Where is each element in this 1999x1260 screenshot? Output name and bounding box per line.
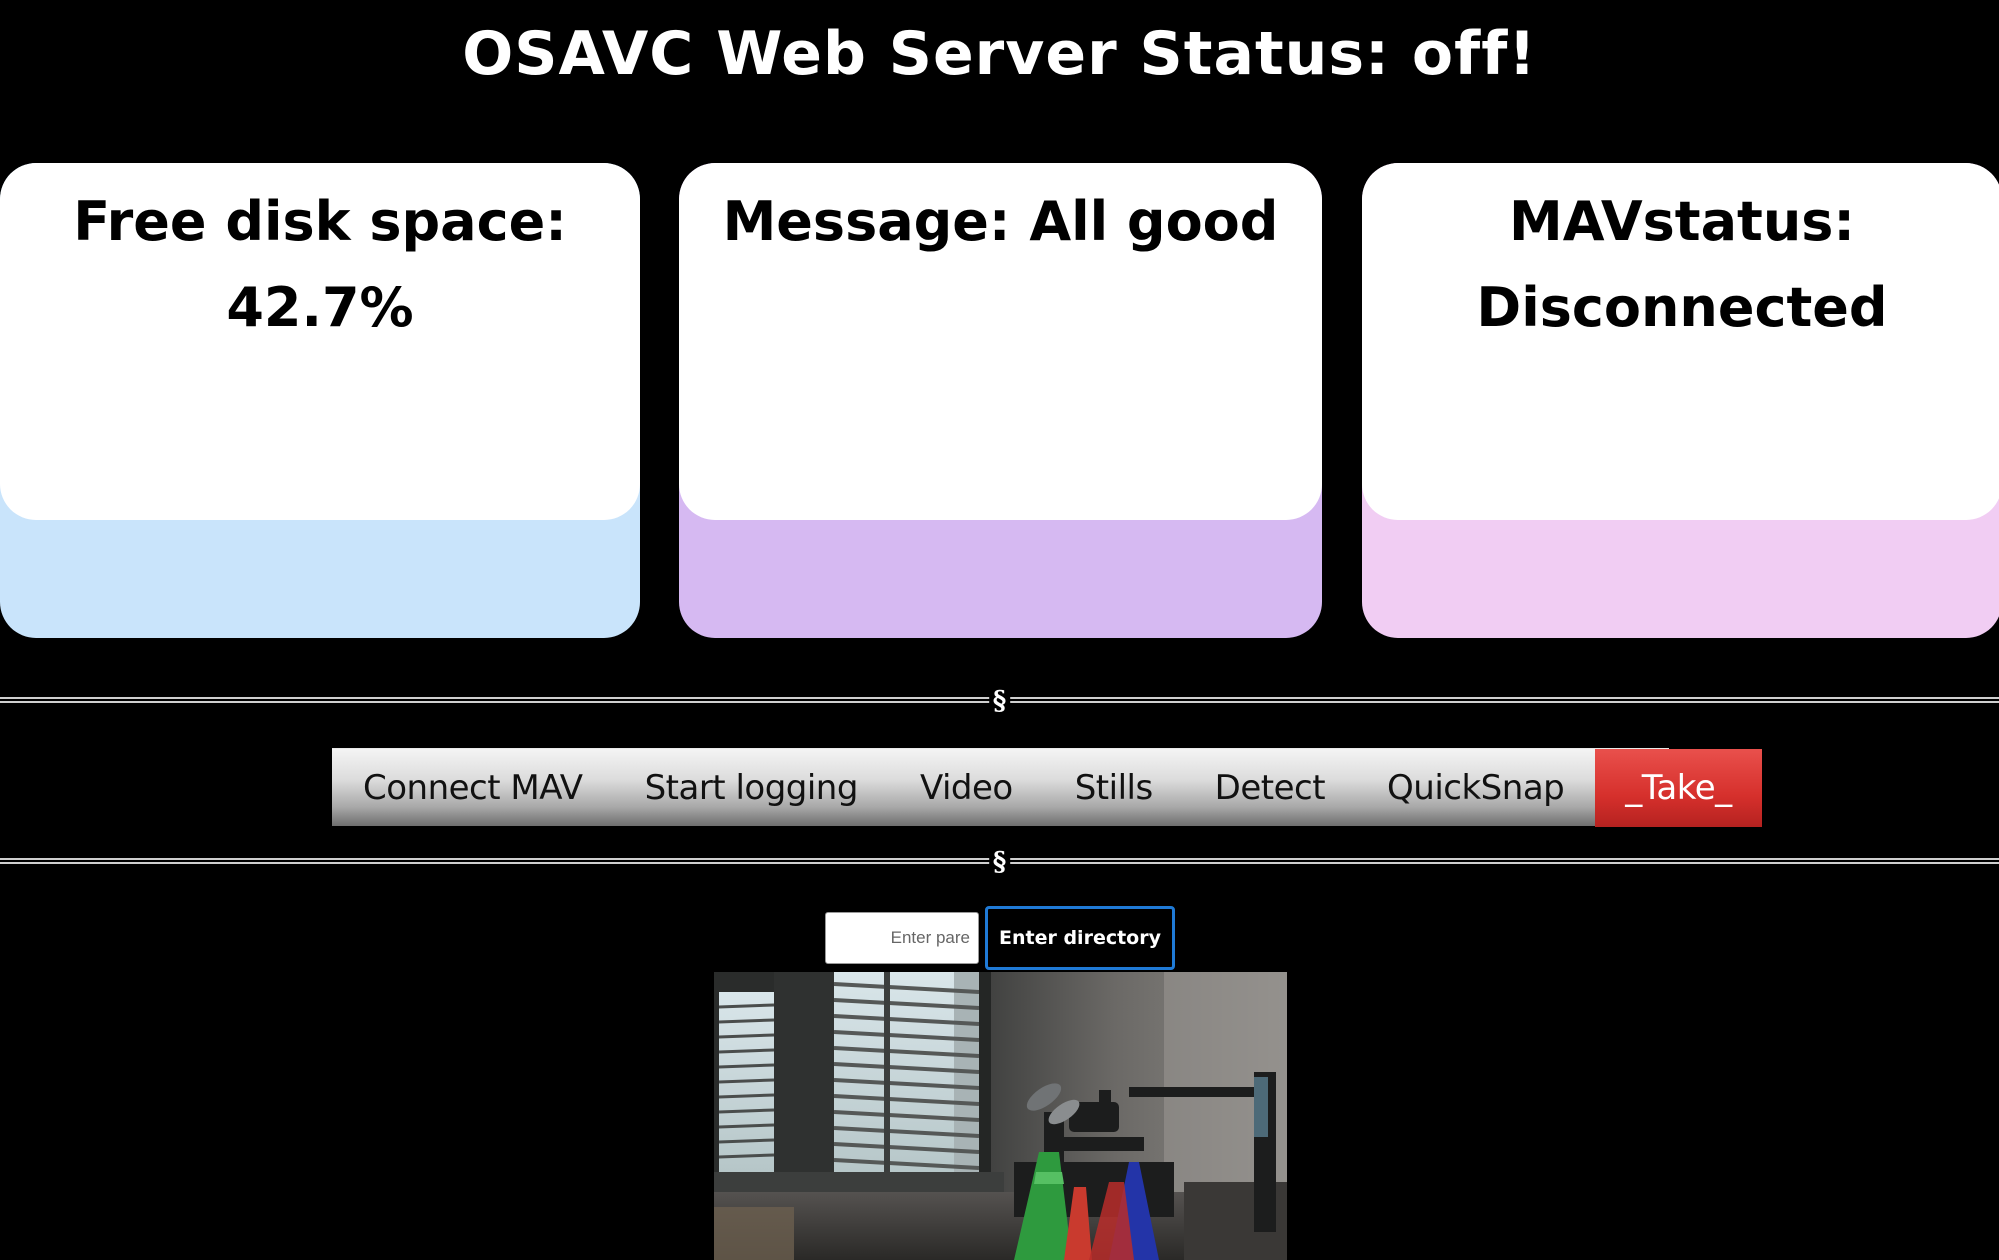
page: OSAVC Web Server Status: off! Free disk … [0, 0, 1999, 1260]
connect-mav-button[interactable]: Connect MAV [332, 749, 614, 827]
quicksnap-button[interactable]: QuickSnap [1356, 749, 1595, 827]
message-card: Message: All good [679, 163, 1322, 638]
camera-feed-picture [714, 972, 1287, 1260]
take-button[interactable]: _Take_ [1595, 749, 1762, 827]
start-logging-button[interactable]: Start logging [614, 749, 889, 827]
video-button[interactable]: Video [889, 749, 1044, 827]
camera-feed-image [714, 972, 1287, 1260]
stills-button[interactable]: Stills [1044, 749, 1184, 827]
control-menu: Connect MAV Start logging Video Stills D… [332, 748, 1762, 827]
section-divider: § [0, 847, 1999, 877]
mav-status-card: MAVstatus: Disconnected [1362, 163, 1999, 638]
section-mark: § [988, 686, 1011, 716]
page-title: OSAVC Web Server Status: off! [462, 19, 1537, 89]
disk-space-value: 42.7% [226, 276, 414, 339]
detect-button[interactable]: Detect [1184, 749, 1356, 827]
mav-status-label: MAVstatus: [1508, 190, 1856, 253]
directory-input[interactable] [825, 912, 979, 964]
disk-space-label: Free disk space: [73, 190, 567, 253]
section-divider: § [0, 686, 1999, 716]
disk-space-card: Free disk space: 42.7% [0, 163, 640, 638]
enter-directory-button[interactable]: Enter directory [985, 906, 1175, 970]
message-text: Message: All good [722, 190, 1279, 253]
mav-status-value: Disconnected [1476, 276, 1888, 339]
section-mark: § [988, 847, 1011, 877]
